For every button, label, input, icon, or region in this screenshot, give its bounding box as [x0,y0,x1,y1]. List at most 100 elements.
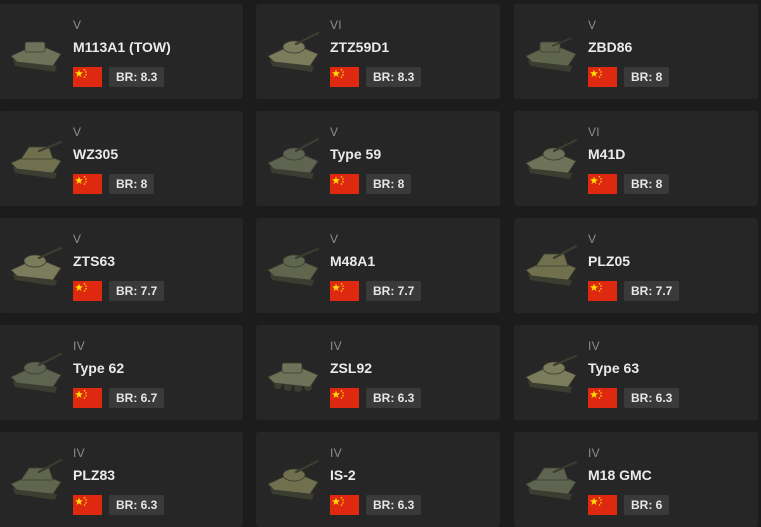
battle-rating-prefix: BR: [116,391,141,405]
spg-icon [522,236,580,292]
tank-icon [264,236,322,292]
battle-rating-prefix: BR: [631,391,656,405]
battle-rating-prefix: BR: [116,284,141,298]
vehicle-name: WZ305 [73,146,119,162]
battle-rating-badge: BR: 8 [366,174,412,194]
vehicle-card[interactable]: V PLZ05 BR: 7.7 [514,218,758,313]
vehicle-card[interactable]: IV Type 63 BR: 6.3 [514,325,758,420]
battle-rating-value: 8 [655,177,663,191]
vehicle-name: ZBD86 [588,39,633,55]
vehicle-card[interactable]: VI ZTZ59D1 BR: 8.3 [256,4,500,99]
vehicle-rank: V [73,125,82,139]
vehicle-card[interactable]: V ZBD86 BR: 8 [514,4,758,99]
battle-rating-badge: BR: 6.3 [624,388,680,408]
china-flag-icon [588,388,617,408]
vehicle-card[interactable]: V WZ305 BR: 8 [0,111,243,206]
vehicle-name: Type 63 [588,360,640,376]
vehicle-card[interactable]: IV M18 GMC BR: 6 [514,432,758,527]
battle-rating-badge: BR: 6.3 [366,388,422,408]
vehicle-rank: V [73,18,82,32]
vehicle-card[interactable]: IV IS-2 BR: 6.3 [256,432,500,527]
vehicle-name: M113A1 (TOW) [73,39,171,55]
vehicle-card[interactable]: IV Type 62 BR: 6.7 [0,325,243,420]
light-tank-icon [7,343,65,399]
vehicle-rank: IV [588,339,600,353]
battle-rating-prefix: BR: [373,284,398,298]
battle-rating-prefix: BR: [116,498,141,512]
light-tank-icon [7,236,65,292]
battle-rating-value: 6.3 [655,391,673,405]
vehicle-card[interactable]: V M48A1 BR: 7.7 [256,218,500,313]
battle-rating-value: 8.3 [397,70,415,84]
battle-rating-badge: BR: 8 [624,174,670,194]
battle-rating-prefix: BR: [373,391,398,405]
china-flag-icon [73,388,102,408]
battle-rating-value: 8 [397,177,405,191]
china-flag-icon [588,67,617,87]
battle-rating-badge: BR: 8 [624,67,670,87]
vehicle-card[interactable]: V Type 59 BR: 8 [256,111,500,206]
battle-rating-badge: BR: 7.7 [109,281,165,301]
vehicle-name: M18 GMC [588,467,652,483]
china-flag-icon [588,281,617,301]
vehicle-name: Type 62 [73,360,125,376]
china-flag-icon [330,67,359,87]
spg-icon [7,450,65,506]
tank-destroyer-icon [522,450,580,506]
vehicle-card[interactable]: V M113A1 (TOW) BR: 8.3 [0,4,243,99]
china-flag-icon [330,495,359,515]
china-flag-icon [73,495,102,515]
china-flag-icon [588,174,617,194]
vehicle-rank: IV [588,446,600,460]
battle-rating-prefix: BR: [373,177,398,191]
battle-rating-prefix: BR: [373,70,398,84]
vehicle-rank: IV [73,339,85,353]
battle-rating-prefix: BR: [373,498,398,512]
china-flag-icon [330,281,359,301]
vehicle-rank: V [73,232,82,246]
battle-rating-badge: BR: 6 [624,495,670,515]
battle-rating-badge: BR: 6.7 [109,388,165,408]
vehicle-name: M41D [588,146,626,162]
vehicle-name: IS-2 [330,467,356,483]
vehicle-name: ZSL92 [330,360,373,376]
china-flag-icon [73,174,102,194]
vehicle-rank: IV [330,446,342,460]
battle-rating-value: 7.7 [140,284,158,298]
battle-rating-value: 7.7 [397,284,415,298]
battle-rating-value: 8.3 [140,70,158,84]
china-flag-icon [73,67,102,87]
vehicle-rank: V [588,232,597,246]
battle-rating-prefix: BR: [116,70,141,84]
battle-rating-value: 6.3 [140,498,158,512]
vehicle-card[interactable]: V ZTS63 BR: 7.7 [0,218,243,313]
apc-icon [7,22,65,78]
vehicle-card[interactable]: IV PLZ83 BR: 6.3 [0,432,243,527]
battle-rating-badge: BR: 7.7 [366,281,422,301]
vehicle-card[interactable]: VI M41D BR: 8 [514,111,758,206]
battle-rating-value: 6.3 [397,498,415,512]
china-flag-icon [73,281,102,301]
battle-rating-badge: BR: 7.7 [624,281,680,301]
light-tank-icon [522,343,580,399]
vehicle-rank: IV [330,339,342,353]
light-tank-icon [522,129,580,185]
vehicle-grid: V M113A1 (TOW) BR: 8.3 VI ZTZ59D1 BR: 8.3 V ZBD… [0,0,761,527]
heavy-tank-icon [264,450,322,506]
battle-rating-value: 7.7 [655,284,673,298]
china-flag-icon [330,174,359,194]
vehicle-name: ZTZ59D1 [330,39,390,55]
tank-destroyer-icon [7,129,65,185]
battle-rating-value: 6 [655,498,663,512]
tank-icon [264,22,322,78]
ifv-icon [522,22,580,78]
vehicle-rank: IV [73,446,85,460]
battle-rating-prefix: BR: [631,498,656,512]
battle-rating-prefix: BR: [116,177,141,191]
vehicle-card[interactable]: IV ZSL92 BR: 6.3 [256,325,500,420]
battle-rating-badge: BR: 6.3 [366,495,422,515]
battle-rating-value: 8 [655,70,663,84]
battle-rating-prefix: BR: [631,177,656,191]
tank-icon [264,129,322,185]
battle-rating-prefix: BR: [631,70,656,84]
